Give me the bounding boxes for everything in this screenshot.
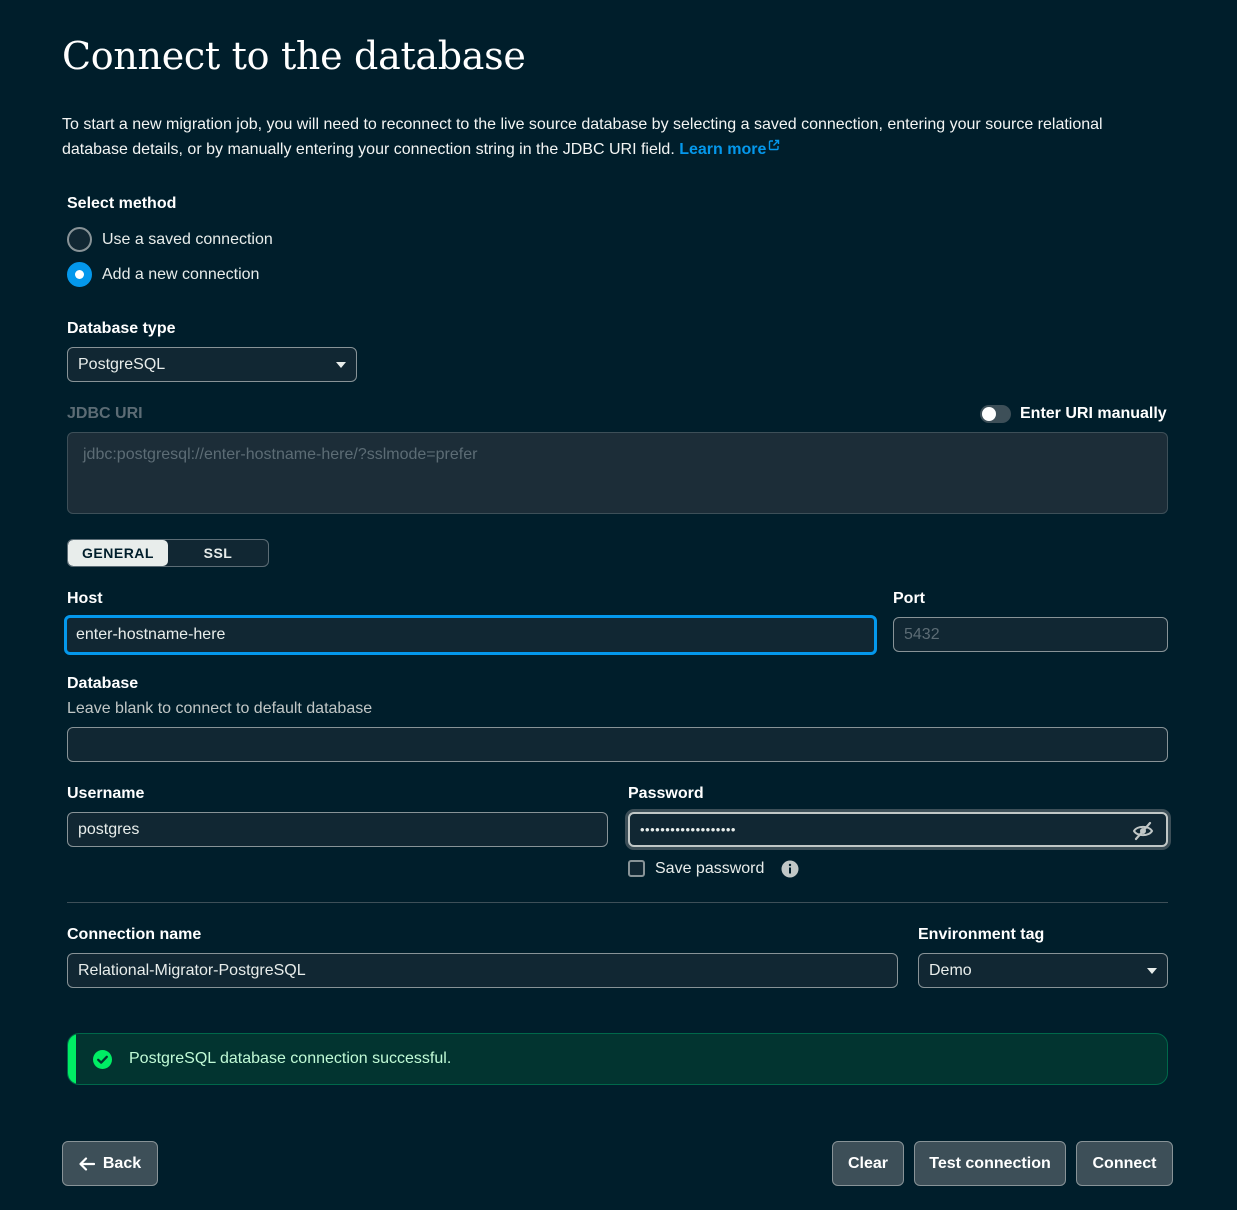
username-label: Username [67, 785, 145, 802]
eye-slash-icon[interactable] [1132, 821, 1154, 841]
radio-button[interactable] [67, 227, 92, 252]
save-password-checkbox[interactable] [628, 860, 645, 877]
host-value: enter-hostname-here [76, 626, 226, 643]
radio-label: Add a new connection [102, 265, 260, 283]
back-label: Back [102, 1154, 142, 1172]
radio-new-connection[interactable]: Add a new connection [67, 262, 259, 287]
external-link-icon [769, 139, 780, 151]
connection-tabs: GENERAL SSL [67, 539, 269, 567]
jdbc-uri-placeholder: jdbc:postgresql://enter-hostname-here/?s… [83, 446, 478, 463]
page-title: Connect to the database [62, 34, 526, 78]
database-input[interactable] [67, 727, 1168, 762]
jdbc-uri-textarea[interactable]: jdbc:postgresql://enter-hostname-here/?s… [67, 432, 1168, 514]
back-button[interactable]: Back [62, 1141, 158, 1186]
save-password-label: Save password [655, 860, 765, 877]
chevron-down-icon [336, 362, 346, 368]
database-type-select[interactable]: PostgreSQL [67, 347, 357, 382]
info-icon[interactable] [781, 860, 799, 878]
host-label: Host [67, 590, 103, 607]
radio-button-selected[interactable] [67, 262, 92, 287]
test-connection-button[interactable]: Test connection [914, 1141, 1066, 1186]
enter-uri-label: Enter URI manually [1020, 405, 1167, 422]
username-value: postgres [78, 820, 140, 838]
host-input[interactable]: enter-hostname-here [64, 615, 877, 655]
port-input[interactable]: 5432 [893, 617, 1168, 652]
database-type-value: PostgreSQL [78, 355, 166, 373]
tab-ssl[interactable]: SSL [168, 540, 268, 566]
jdbc-uri-label: JDBC URI [67, 405, 143, 422]
database-label: Database [67, 675, 139, 692]
connection-name-input[interactable]: Relational-Migrator-PostgreSQL [67, 953, 898, 988]
port-placeholder: 5432 [904, 625, 940, 643]
password-input[interactable]: ••••••••••••••••••• [628, 812, 1168, 847]
environment-tag-label: Environment tag [918, 926, 1045, 943]
environment-tag-select[interactable]: Demo [918, 953, 1168, 988]
password-label: Password [628, 785, 704, 802]
intro-text: To start a new migration job, you will n… [62, 112, 1142, 162]
database-type-label: Database type [67, 320, 176, 337]
section-divider [67, 902, 1168, 903]
select-method-label: Select method [67, 195, 177, 212]
chevron-down-icon [1147, 968, 1157, 974]
arrow-left-icon [79, 1156, 95, 1171]
learn-more-link[interactable]: Learn more [679, 139, 780, 158]
success-banner: PostgreSQL database connection successfu… [67, 1033, 1168, 1085]
learn-more-label: Learn more [679, 141, 767, 158]
radio-saved-connection[interactable]: Use a saved connection [67, 227, 273, 252]
banner-message: PostgreSQL database connection successfu… [129, 1050, 452, 1067]
clear-button[interactable]: Clear [832, 1141, 904, 1186]
intro-body: To start a new migration job, you will n… [62, 116, 1103, 158]
username-input[interactable]: postgres [67, 812, 608, 847]
password-value: ••••••••••••••••••• [640, 822, 736, 837]
connection-name-value: Relational-Migrator-PostgreSQL [78, 961, 306, 979]
port-label: Port [893, 590, 925, 607]
enter-uri-toggle[interactable] [980, 405, 1011, 423]
environment-tag-value: Demo [929, 961, 972, 979]
database-description: Leave blank to connect to default databa… [67, 700, 373, 717]
radio-label: Use a saved connection [102, 230, 273, 248]
tab-general[interactable]: GENERAL [68, 540, 168, 566]
connect-button[interactable]: Connect [1076, 1141, 1173, 1186]
connection-name-label: Connection name [67, 926, 202, 943]
check-circle-icon [93, 1049, 112, 1069]
